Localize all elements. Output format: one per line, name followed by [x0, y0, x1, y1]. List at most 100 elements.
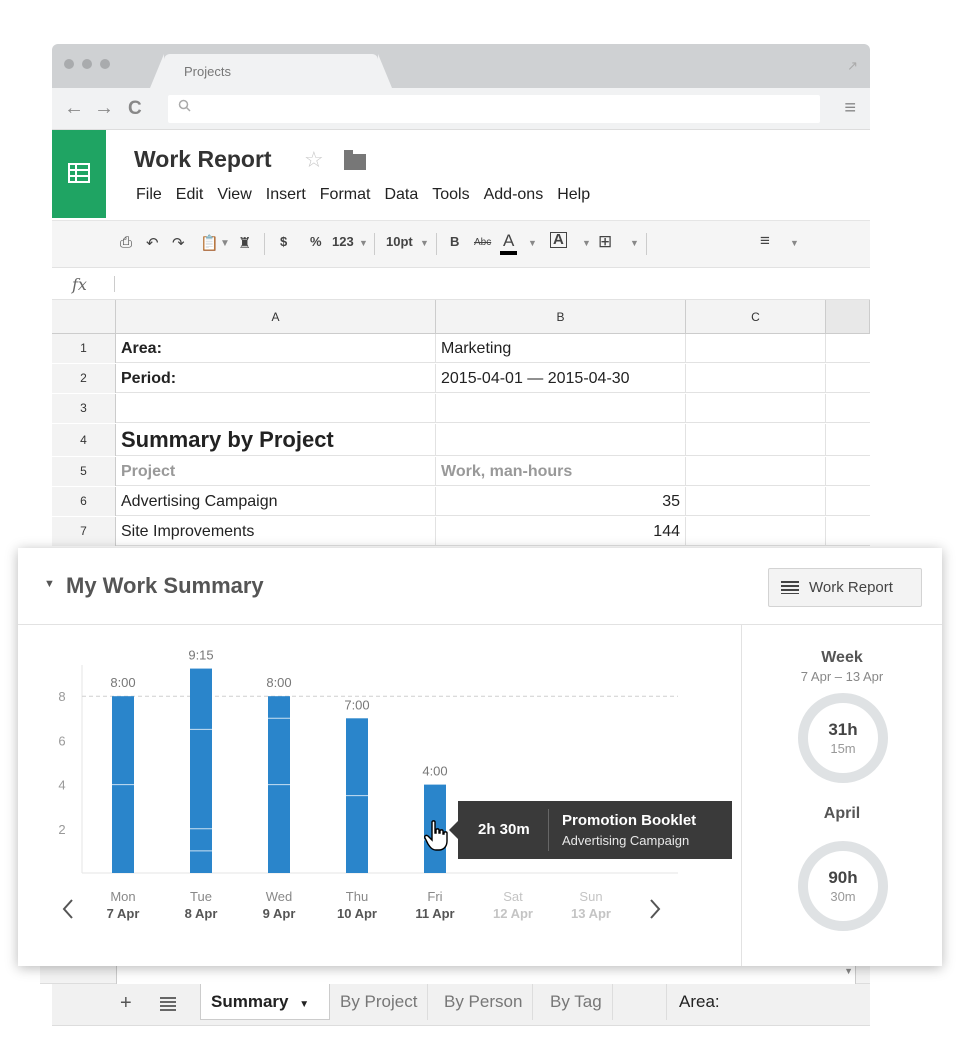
- currency-button[interactable]: $: [280, 234, 287, 249]
- menu-edit[interactable]: Edit: [176, 186, 204, 204]
- menu-tools[interactable]: Tools: [432, 186, 469, 204]
- row-number[interactable]: 7: [52, 517, 116, 546]
- row-number[interactable]: 6: [52, 487, 116, 516]
- paint-format-icon[interactable]: ♜: [238, 234, 251, 252]
- cell-c1[interactable]: [686, 334, 826, 363]
- chevron-left-icon[interactable]: [62, 899, 73, 919]
- chevron-down-icon[interactable]: ▼: [220, 238, 230, 249]
- menu-addons[interactable]: Add-ons: [484, 186, 544, 204]
- chevron-down-icon[interactable]: ▼: [420, 238, 429, 248]
- cell-c2[interactable]: [686, 364, 826, 393]
- cell-c5[interactable]: [686, 457, 826, 486]
- tab-by-tag[interactable]: By Tag: [540, 984, 613, 1020]
- cell-b4[interactable]: [436, 424, 686, 456]
- reload-icon[interactable]: C: [128, 98, 142, 120]
- chevron-right-icon[interactable]: [650, 899, 661, 919]
- work-report-button[interactable]: Work Report: [768, 568, 922, 607]
- sheets-logo[interactable]: [52, 130, 106, 218]
- forward-icon[interactable]: →: [94, 97, 114, 120]
- row-number[interactable]: 1: [52, 334, 116, 363]
- select-all-corner[interactable]: [52, 300, 116, 334]
- back-icon[interactable]: ←: [64, 97, 84, 120]
- chevron-down-icon[interactable]: ▼: [528, 238, 537, 248]
- font-size-select[interactable]: 10pt: [386, 234, 413, 249]
- column-header-b[interactable]: B: [436, 300, 686, 334]
- fill-color-icon[interactable]: A: [550, 232, 567, 248]
- panel-title[interactable]: My Work Summary: [66, 573, 264, 599]
- maximize-window-button[interactable]: [100, 59, 110, 69]
- cell-a1[interactable]: Area:: [116, 334, 436, 363]
- url-input[interactable]: [168, 95, 820, 123]
- chevron-down-icon[interactable]: ▼: [790, 238, 799, 248]
- redo-icon[interactable]: ↷: [172, 234, 185, 252]
- row-number[interactable]: 4: [52, 424, 116, 456]
- align-left-icon[interactable]: ≡: [760, 231, 770, 251]
- cell-b5[interactable]: Work, man-hours: [436, 457, 686, 486]
- document-title[interactable]: Work Report: [134, 146, 272, 173]
- strikethrough-button[interactable]: Abc: [474, 237, 491, 248]
- area-cell[interactable]: Area:: [666, 984, 720, 1020]
- print-icon[interactable]: ⎙: [120, 234, 132, 251]
- cell-a2[interactable]: Period:: [116, 364, 436, 393]
- cell-b2[interactable]: 2015-04-01 — 2015-04-30: [436, 364, 686, 393]
- cell-c7[interactable]: [686, 517, 826, 546]
- tab-by-person[interactable]: By Person: [434, 984, 534, 1020]
- column-header-a[interactable]: A: [116, 300, 436, 334]
- y-tick-label: 6: [58, 733, 65, 748]
- chevron-down-icon[interactable]: ▼: [630, 238, 639, 248]
- undo-icon[interactable]: ↶: [146, 234, 159, 252]
- minimize-window-button[interactable]: [82, 59, 92, 69]
- number-format-button[interactable]: 123: [332, 234, 354, 249]
- menu-help[interactable]: Help: [557, 186, 590, 204]
- cell-a6[interactable]: Advertising Campaign: [116, 487, 436, 516]
- borders-icon[interactable]: ⊞: [598, 232, 612, 252]
- cell-a3[interactable]: [116, 394, 436, 423]
- fullscreen-icon[interactable]: ↗: [847, 58, 858, 74]
- cell-c3[interactable]: [686, 394, 826, 423]
- cell-b3[interactable]: [436, 394, 686, 423]
- toolbar-divider: [374, 233, 375, 255]
- row-number[interactable]: 2: [52, 364, 116, 393]
- cell-c4[interactable]: [686, 424, 826, 456]
- cell-a7[interactable]: Site Improvements: [116, 517, 436, 546]
- chevron-down-icon[interactable]: ▼: [582, 238, 591, 248]
- close-window-button[interactable]: [64, 59, 74, 69]
- add-sheet-button[interactable]: +: [120, 992, 132, 1015]
- address-bar: ← → C ≡: [52, 88, 870, 130]
- row-number[interactable]: 3: [52, 394, 116, 423]
- cell-b1[interactable]: Marketing: [436, 334, 686, 363]
- percent-button[interactable]: %: [310, 234, 322, 249]
- column-header-c[interactable]: C: [686, 300, 826, 334]
- menu-data[interactable]: Data: [384, 186, 418, 204]
- summary-sidebar: Week 7 Apr – 13 Apr 31h 15m April 90h 30…: [742, 625, 942, 966]
- bold-button[interactable]: B: [450, 234, 459, 249]
- menu-view[interactable]: View: [217, 186, 251, 204]
- text-color-button[interactable]: A: [500, 231, 518, 255]
- cell-a5[interactable]: Project: [116, 457, 436, 486]
- browser-tab[interactable]: Projects: [164, 54, 378, 88]
- folder-icon[interactable]: [344, 150, 366, 170]
- paste-format-icon[interactable]: 📋: [200, 234, 219, 252]
- table-row: 5 Project Work, man-hours: [52, 457, 870, 486]
- chevron-down-icon[interactable]: ▼: [844, 966, 853, 976]
- chevron-down-icon[interactable]: ▼: [299, 999, 309, 1010]
- browser-menu-icon[interactable]: ≡: [844, 97, 856, 120]
- cell-b7[interactable]: 144: [436, 517, 686, 546]
- collapse-caret-icon[interactable]: ▼: [44, 578, 55, 590]
- cell-a4[interactable]: Summary by Project: [116, 424, 436, 456]
- menu-format[interactable]: Format: [320, 186, 371, 204]
- cell-c6[interactable]: [686, 487, 826, 516]
- row-number[interactable]: 5: [52, 457, 116, 486]
- week-hours: 31h: [828, 720, 858, 739]
- tab-summary[interactable]: Summary ▼: [200, 984, 330, 1020]
- cell-b6[interactable]: 35: [436, 487, 686, 516]
- menu-file[interactable]: File: [136, 186, 162, 204]
- column-header-next[interactable]: [826, 300, 870, 334]
- star-icon[interactable]: ☆: [304, 147, 324, 173]
- tab-by-project[interactable]: By Project: [330, 984, 429, 1020]
- menu-insert[interactable]: Insert: [266, 186, 306, 204]
- chevron-down-icon[interactable]: ▼: [359, 238, 368, 248]
- formula-bar[interactable]: fx: [52, 268, 870, 300]
- x-tick-day: Mon: [110, 889, 135, 904]
- all-sheets-icon[interactable]: [160, 997, 176, 1011]
